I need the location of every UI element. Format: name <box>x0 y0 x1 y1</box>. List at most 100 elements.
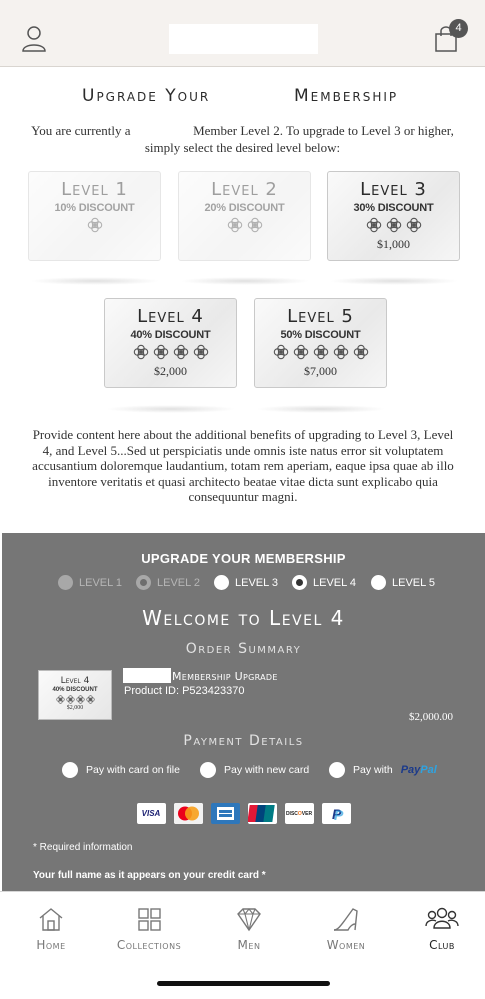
nav-men-label: Men <box>237 938 261 952</box>
level-radio-button <box>58 575 73 590</box>
mini-card-discount: 40% DISCOUNT <box>52 687 98 693</box>
knot-emblem-icon <box>227 217 242 233</box>
required-info-note: * Required information <box>33 842 133 853</box>
pay-paypal-option[interactable]: Pay with PayPal <box>329 762 437 778</box>
nav-club-label: Club <box>429 938 455 952</box>
knot-emblem-icon <box>85 695 95 704</box>
knot-emblem-icon <box>386 217 401 233</box>
level-radio-option-4[interactable]: LEVEL 4 <box>292 575 356 590</box>
mastercard-logo-icon <box>173 803 203 824</box>
level-card-discount: 20% DISCOUNT <box>204 202 285 214</box>
page-title-part1: Upgrade Your <box>82 86 211 106</box>
level-card-knots <box>179 217 310 235</box>
paypal-logo-text: PayPal <box>400 764 437 776</box>
knot-emblem-icon <box>333 344 348 360</box>
cart-count-badge: 4 <box>449 19 468 38</box>
upgrade-panel: UPGRADE YOUR MEMBERSHIP LEVEL 1 LEVEL 2 LE… <box>2 533 485 893</box>
level-card-discount: 30% DISCOUNT <box>353 202 434 214</box>
level-radio-button[interactable] <box>214 575 229 590</box>
knot-emblem-icon <box>247 217 262 233</box>
level-card-knots <box>328 217 459 235</box>
user-account-icon[interactable] <box>20 24 48 54</box>
level-radio-button <box>136 575 151 590</box>
pay-card-on-file-radio[interactable] <box>62 762 78 778</box>
level-card-title: Level 3 <box>360 179 427 200</box>
unionpay-logo-icon <box>247 803 277 824</box>
product-price: $2,000.00 <box>409 711 453 723</box>
amex-logo-icon <box>210 803 240 824</box>
level-radio-label: LEVEL 1 <box>79 576 123 589</box>
pay-new-card-option[interactable]: Pay with new card <box>200 762 309 778</box>
diamond-icon <box>237 908 261 932</box>
nav-home-label: Home <box>36 938 66 952</box>
level-card-shadow <box>180 277 310 285</box>
level-radio-option-2: LEVEL 2 <box>136 575 200 590</box>
level-card-shadow <box>256 405 386 413</box>
level-radio-option-3[interactable]: LEVEL 3 <box>214 575 278 590</box>
pay-card-on-file-label: Pay with card on file <box>86 764 180 776</box>
knot-emblem-icon <box>65 695 75 704</box>
level-card-title: Level 2 <box>211 179 278 200</box>
knot-emblem-icon <box>406 217 421 233</box>
member-name-redacted <box>134 125 190 135</box>
pay-paypal-label: Pay with <box>353 764 393 776</box>
intro-line2: simply select the desired level below: <box>144 140 341 155</box>
order-summary-title: Order Summary <box>185 641 302 657</box>
order-item-thumbnail: Level 4 40% DISCOUNT $2,000 <box>38 670 112 720</box>
level-card-shadow <box>329 277 459 285</box>
level-card-shadow <box>106 405 236 413</box>
heel-icon <box>333 908 358 931</box>
pay-new-card-radio[interactable] <box>200 762 216 778</box>
level-radio-button[interactable] <box>292 575 307 590</box>
fullname-field-label: Your full name as it appears on your cre… <box>33 870 266 881</box>
level-card-1: Level 1 10% DISCOUNT <box>28 171 161 261</box>
pay-paypal-radio[interactable] <box>329 762 345 778</box>
level-card-discount: 50% DISCOUNT <box>280 329 361 341</box>
level-radio-label: LEVEL 4 <box>313 576 357 589</box>
mini-card-knots <box>39 695 111 704</box>
knot-emblem-icon <box>273 344 288 360</box>
level-card-title: Level 1 <box>61 179 128 200</box>
knot-emblem-icon <box>313 344 328 360</box>
nav-home[interactable]: Home <box>6 906 96 952</box>
level-radio-option-5[interactable]: LEVEL 5 <box>371 575 435 590</box>
nav-women[interactable]: Women <box>301 906 391 952</box>
pay-card-on-file-option[interactable]: Pay with card on file <box>62 762 180 778</box>
svg-text:P: P <box>334 807 344 823</box>
level-card-4[interactable]: Level 4 40% DISCOUNT $2,000 <box>104 298 237 388</box>
knot-emblem-icon <box>55 695 65 704</box>
paypal-card-logo-icon: PP <box>321 803 351 824</box>
home-indicator[interactable] <box>157 981 330 986</box>
payment-details-title: Payment Details <box>183 733 304 749</box>
knot-emblem-icon <box>193 344 208 360</box>
level-card-2: Level 2 20% DISCOUNT <box>178 171 311 261</box>
brand-logo[interactable] <box>169 24 318 54</box>
nav-women-label: Women <box>326 938 366 952</box>
mini-card-level: Level 4 <box>60 676 90 686</box>
knot-emblem-icon <box>293 344 308 360</box>
visa-logo-icon: VISA <box>136 803 166 824</box>
level-card-shadow <box>30 277 160 285</box>
accepted-cards: VISA DISC O VER PP <box>2 803 485 824</box>
nav-collections[interactable]: Collections <box>104 906 194 952</box>
product-name: Membership Upgrade <box>172 670 278 683</box>
level-card-5[interactable]: Level 5 50% DISCOUNT $7,000 <box>254 298 387 388</box>
level-card-title: Level 5 <box>287 306 354 327</box>
level-card-discount: 40% DISCOUNT <box>130 329 211 341</box>
level-card-price: $1,000 <box>377 237 410 251</box>
level-radio-button[interactable] <box>371 575 386 590</box>
product-id: Product ID: P523423370 <box>124 685 245 697</box>
brand-name-redacted <box>123 668 171 683</box>
intro-line1-a: You are currently a <box>31 123 131 138</box>
nav-club[interactable]: Club <box>397 906 485 952</box>
knot-emblem-icon <box>133 344 148 360</box>
page-title: Upgrade Your Membership <box>0 86 485 110</box>
intro-text: You are currently a Member Level 2. To u… <box>20 122 465 156</box>
nav-men[interactable]: Men <box>204 906 294 952</box>
level-radio-label: LEVEL 3 <box>235 576 279 589</box>
upgrade-heading: UPGRADE YOUR MEMBERSHIP <box>141 551 346 566</box>
level-card-price: $2,000 <box>154 364 187 378</box>
level-card-3[interactable]: Level 3 30% DISCOUNT $1,000 <box>327 171 460 261</box>
level-card-price: $7,000 <box>304 364 337 378</box>
knot-emblem-icon <box>87 217 102 233</box>
